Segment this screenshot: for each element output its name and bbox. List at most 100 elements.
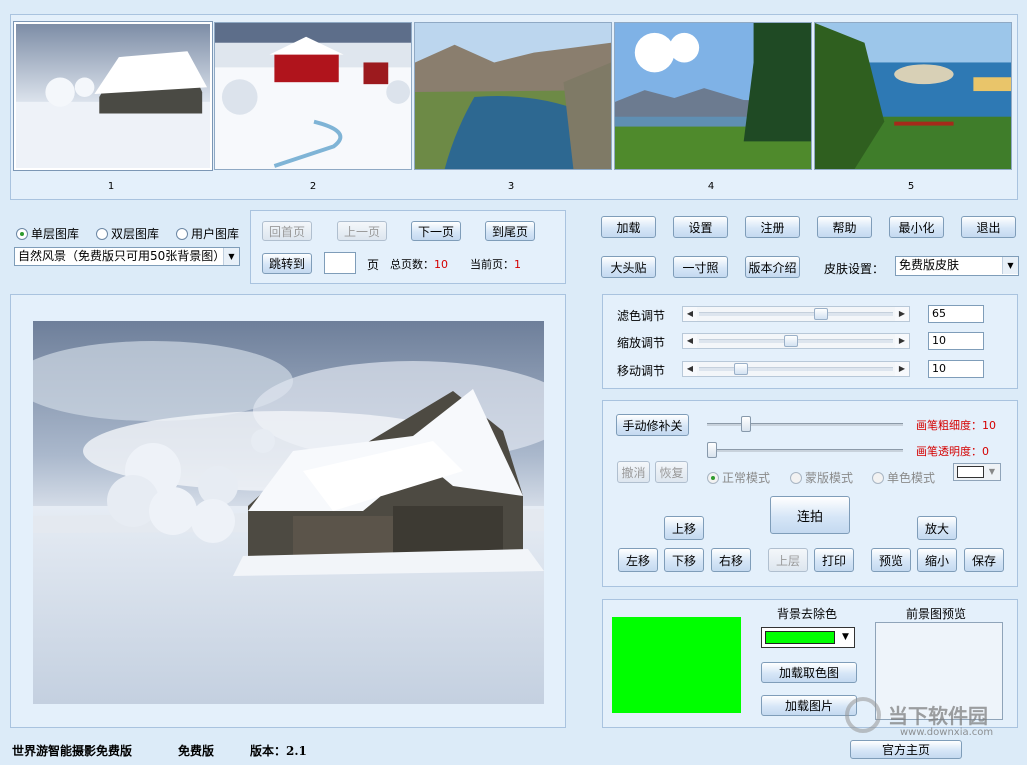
chevron-left-icon[interactable]: ◀ [683, 307, 697, 321]
move-value-field[interactable]: 10 [928, 360, 984, 378]
slider-knob[interactable] [741, 416, 751, 432]
chevron-left-icon[interactable]: ◀ [683, 334, 697, 348]
burst-button[interactable]: 连拍 [770, 496, 850, 534]
total-pages-label: 总页数：10 [390, 256, 448, 272]
page-number-input[interactable] [324, 252, 356, 274]
background-color-swatch [612, 617, 741, 713]
skin-value: 免费版皮肤 [899, 258, 960, 272]
layer-up-button[interactable]: 上层 [768, 548, 808, 572]
foreground-preview-title: 前景图预览 [906, 607, 967, 621]
brush-width-slider[interactable] [707, 414, 903, 434]
load-image-button[interactable]: 加载图片 [761, 695, 857, 716]
load-button[interactable]: 加载 [601, 216, 656, 238]
current-page-label: 当前页：1 [470, 256, 521, 272]
radio-indicator [790, 471, 802, 484]
watermark-logo-icon [845, 697, 881, 733]
scroll-track [699, 367, 893, 371]
background-remove-title: 背景去除色 [777, 607, 838, 621]
register-button[interactable]: 注册 [745, 216, 800, 238]
category-select[interactable]: 自然风景（免费版只可用50张背景图） ▼ [14, 247, 240, 266]
brush-width-label: 画笔粗细度：10 [916, 417, 996, 433]
thumbnail-number: 4 [707, 181, 715, 192]
next-page-button[interactable]: 下一页 [411, 221, 461, 241]
thumbnail-number: 1 [107, 181, 115, 192]
save-button[interactable]: 保存 [964, 548, 1004, 572]
zoom-value-field[interactable]: 10 [928, 332, 984, 350]
prev-page-button[interactable]: 上一页 [337, 221, 387, 241]
enlarge-button[interactable]: 放大 [917, 516, 957, 540]
skin-select[interactable]: 免费版皮肤 ▼ [895, 256, 1019, 276]
zoom-scrollbar[interactable]: ◀ ▶ [682, 333, 910, 349]
scroll-thumb[interactable] [814, 308, 828, 320]
preview-button[interactable]: 预览 [871, 548, 911, 572]
radio-indicator [176, 227, 188, 240]
mono-color-picker[interactable]: ▼ [953, 463, 1001, 481]
thumbnail-number: 5 [907, 181, 915, 192]
category-value: 自然风景（免费版只可用50张背景图） [18, 249, 226, 263]
thumbnail-1[interactable] [13, 21, 213, 171]
filter-label: 滤色调节 [617, 309, 666, 323]
settings-button[interactable]: 设置 [673, 216, 728, 238]
minimize-button[interactable]: 最小化 [889, 216, 944, 238]
chevron-down-icon[interactable]: ▼ [223, 248, 239, 265]
radio-label: 单色模式 [887, 471, 936, 485]
chevron-down-icon[interactable]: ▼ [838, 629, 853, 646]
redo-button[interactable]: 恢复 [655, 461, 688, 483]
radio-mono-mode[interactable]: 单色模式 [872, 469, 935, 486]
move-scrollbar[interactable]: ◀ ▶ [682, 361, 910, 377]
chevron-left-icon[interactable]: ◀ [683, 362, 697, 376]
slider-knob[interactable] [707, 442, 717, 458]
slider-track [707, 449, 903, 452]
official-home-button[interactable]: 官方主页 [850, 740, 962, 759]
filter-scrollbar[interactable]: ◀ ▶ [682, 306, 910, 322]
jump-to-button[interactable]: 跳转到 [262, 253, 312, 274]
version-intro-button[interactable]: 版本介绍 [745, 256, 800, 278]
thumbnail-5[interactable] [814, 22, 1012, 170]
radio-label: 单层图库 [31, 227, 80, 241]
brush-width-text: 画笔粗细度： [916, 419, 982, 432]
chevron-down-icon[interactable]: ▼ [1002, 257, 1018, 274]
brush-width-value: 10 [982, 419, 996, 432]
radio-double-library[interactable]: 双层图库 [96, 225, 159, 242]
background-color-picker[interactable]: ▼ [761, 627, 855, 648]
load-color-image-button[interactable]: 加载取色图 [761, 662, 857, 683]
thumbnail-2[interactable] [214, 22, 412, 170]
filter-value-field[interactable]: 65 [928, 305, 984, 323]
thumbnail-4[interactable] [614, 22, 812, 170]
radio-label: 用户图库 [191, 227, 240, 241]
radio-user-library[interactable]: 用户图库 [176, 225, 239, 242]
big-head-button[interactable]: 大头贴 [601, 256, 656, 278]
manual-fix-button[interactable]: 手动修补关 [616, 414, 689, 436]
exit-button[interactable]: 退出 [961, 216, 1016, 238]
scroll-thumb[interactable] [784, 335, 798, 347]
chevron-down-icon[interactable]: ▼ [985, 465, 999, 479]
version-label: 版本：2.1 [250, 744, 307, 758]
scroll-thumb[interactable] [734, 363, 748, 375]
chevron-right-icon[interactable]: ▶ [895, 362, 909, 376]
current-page-text: 当前页： [470, 258, 514, 271]
help-button[interactable]: 帮助 [817, 216, 872, 238]
move-left-button[interactable]: 左移 [618, 548, 658, 572]
thumbnail-number: 2 [309, 181, 317, 192]
radio-mask-mode[interactable]: 蒙版模式 [790, 469, 853, 486]
last-page-button[interactable]: 到尾页 [485, 221, 535, 241]
first-page-button[interactable]: 回首页 [262, 221, 312, 241]
shrink-button[interactable]: 缩小 [917, 548, 957, 572]
move-up-button[interactable]: 上移 [664, 516, 704, 540]
one-inch-button[interactable]: 一寸照 [673, 256, 728, 278]
thumbnail-3[interactable] [414, 22, 612, 170]
page-unit-label: 页 [367, 258, 380, 272]
radio-normal-mode[interactable]: 正常模式 [707, 469, 770, 486]
radio-indicator [96, 227, 108, 240]
brush-opacity-slider[interactable] [707, 440, 903, 460]
radio-label: 正常模式 [722, 471, 771, 485]
move-right-button[interactable]: 右移 [711, 548, 751, 572]
slider-track [707, 423, 903, 426]
chevron-right-icon[interactable]: ▶ [895, 307, 909, 321]
chevron-right-icon[interactable]: ▶ [895, 334, 909, 348]
move-down-button[interactable]: 下移 [664, 548, 704, 572]
print-button[interactable]: 打印 [814, 548, 854, 572]
radio-single-library[interactable]: 单层图库 [16, 225, 79, 242]
undo-button[interactable]: 撤消 [617, 461, 650, 483]
radio-label: 双层图库 [111, 227, 160, 241]
